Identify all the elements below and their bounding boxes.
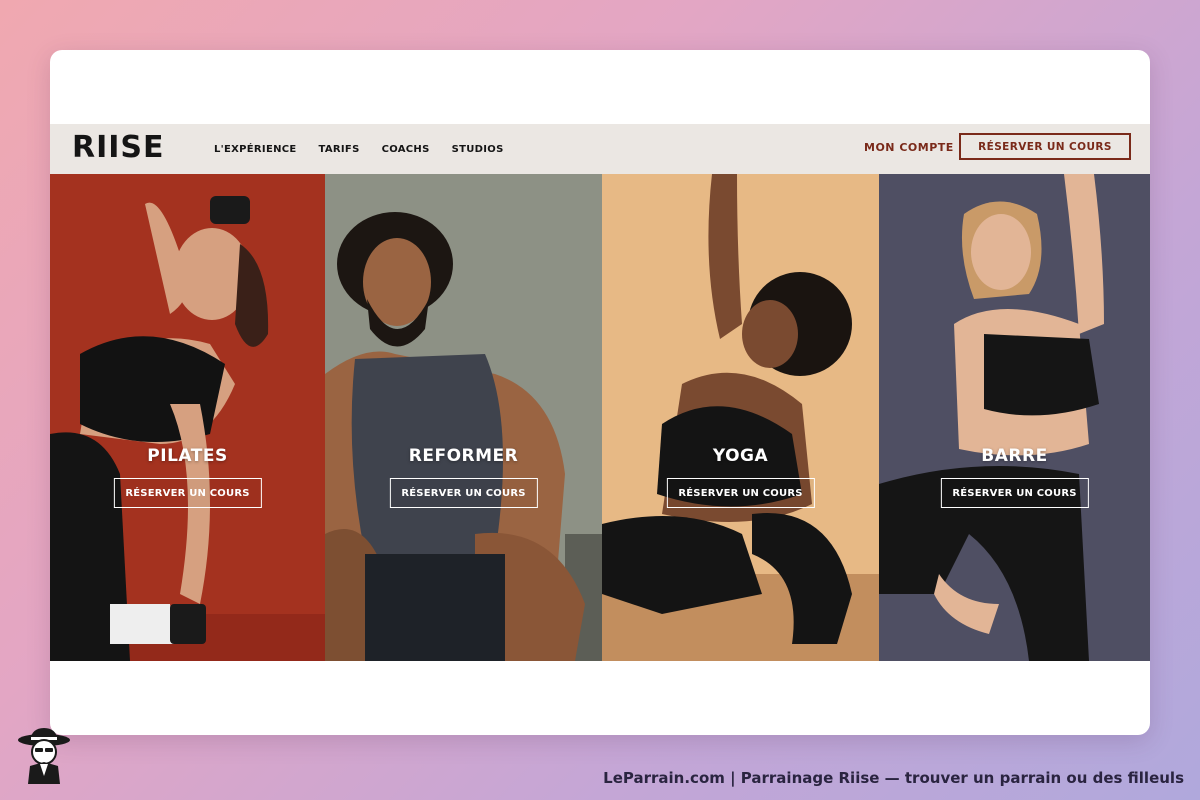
reformer-book-button[interactable]: RÉSERVER UN COURS xyxy=(389,478,538,508)
detective-mascot-icon xyxy=(18,728,70,784)
account-link[interactable]: MON COMPTE xyxy=(864,141,954,154)
panel-barre[interactable]: BARRE RÉSERVER UN COURS xyxy=(879,174,1150,661)
pilates-photo xyxy=(50,174,325,661)
nav-link-coachs[interactable]: COACHS xyxy=(382,144,430,155)
panel-yoga[interactable]: YOGA RÉSERVER UN COURS xyxy=(602,174,879,661)
panel-title-barre: BARRE xyxy=(981,446,1048,466)
panel-title-reformer: REFORMER xyxy=(408,446,519,466)
reformer-photo xyxy=(325,174,602,661)
browser-frame: RIISE L'EXPÉRIENCE TARIFS COACHS STUDIOS… xyxy=(50,50,1150,735)
yoga-book-button[interactable]: RÉSERVER UN COURS xyxy=(666,478,815,508)
panel-title-yoga: YOGA xyxy=(712,446,769,466)
site-header: RIISE L'EXPÉRIENCE TARIFS COACHS STUDIOS… xyxy=(50,124,1150,174)
pilates-book-button[interactable]: RÉSERVER UN COURS xyxy=(113,478,262,508)
barre-book-button[interactable]: RÉSERVER UN COURS xyxy=(940,478,1089,508)
footer-caption: LeParrain.com | Parrainage Riise — trouv… xyxy=(603,769,1184,787)
nav-link-studios[interactable]: STUDIOS xyxy=(452,144,504,155)
yoga-photo xyxy=(602,174,879,661)
main-nav: L'EXPÉRIENCE TARIFS COACHS STUDIOS xyxy=(214,124,504,174)
panel-reformer[interactable]: REFORMER RÉSERVER UN COURS xyxy=(325,174,602,661)
riise-logo[interactable]: RIISE xyxy=(72,130,165,165)
panel-title-pilates: PILATES xyxy=(147,446,228,466)
barre-photo xyxy=(879,174,1150,661)
panel-pilates[interactable]: PILATES RÉSERVER UN COURS xyxy=(50,174,325,661)
nav-link-experience[interactable]: L'EXPÉRIENCE xyxy=(214,144,297,155)
nav-link-tarifs[interactable]: TARIFS xyxy=(319,144,360,155)
class-panels: PILATES RÉSERVER UN COURS REFORMER RÉSER… xyxy=(50,174,1150,661)
header-book-class-button[interactable]: RÉSERVER UN COURS xyxy=(959,133,1131,160)
